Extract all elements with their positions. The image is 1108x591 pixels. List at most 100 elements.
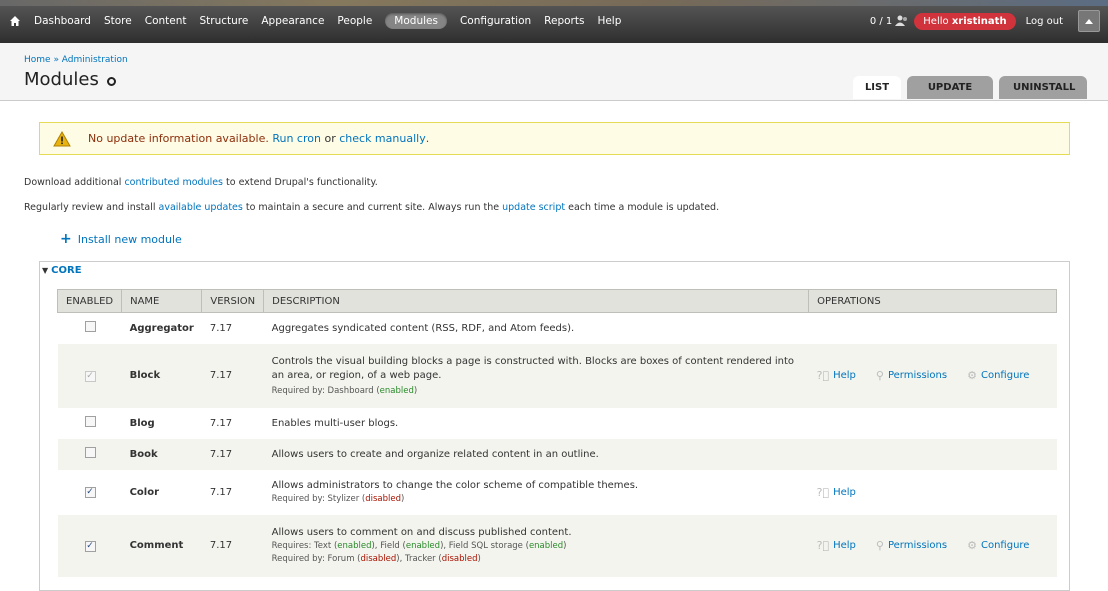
breadcrumb[interactable]: Home » Administration (24, 55, 128, 65)
col-enabled: ENABLED (56, 289, 123, 313)
table-header: ENABLED NAME VERSION DESCRIPTION OPERATI… (56, 289, 1057, 313)
module-description: Allows users to create and organize rela… (263, 438, 809, 470)
warning-icon (53, 130, 71, 146)
help-icon: ?⃝ (816, 485, 830, 499)
requires: Requires: Text (enabled), Field (enabled… (272, 541, 801, 551)
enable-checkbox[interactable]: ✓ (84, 487, 96, 498)
status-disabled: disabled (441, 554, 478, 564)
help-link[interactable]: ?⃝ Help (817, 486, 856, 499)
available-updates-link[interactable]: available updates (159, 202, 243, 213)
check-manually-link[interactable]: check manually (339, 132, 425, 145)
nav-modules[interactable]: Modules (385, 13, 447, 29)
module-description: Allows administrators to change the colo… (271, 480, 639, 491)
module-version: 7.17 (201, 407, 264, 439)
home-icon[interactable] (8, 13, 22, 29)
module-name: Book (121, 438, 202, 470)
module-name: Comment (121, 514, 202, 577)
module-description: Controls the visual building blocks a pa… (271, 356, 795, 381)
required-by-end: ) (413, 386, 418, 396)
tab-list[interactable]: LIST (853, 76, 901, 99)
warning-text: No update information available. (88, 132, 269, 145)
enable-checkbox[interactable] (84, 447, 96, 458)
module-version: 7.17 (201, 312, 264, 344)
module-version: 7.17 (201, 469, 264, 515)
help-label: Help (833, 486, 856, 498)
shortcut-circle-icon[interactable] (106, 77, 116, 86)
required-by: Required by: Forum (disabled), Tracker (… (272, 554, 801, 564)
key-icon: ⚲ (875, 539, 884, 552)
help-label: Help (833, 370, 856, 381)
logout-link[interactable]: Log out (1026, 16, 1063, 27)
warning-message: No update information available. Run cro… (39, 122, 1070, 155)
nav-people[interactable]: People (337, 15, 372, 27)
configure-link[interactable]: ⚙ Configure (967, 369, 1029, 382)
module-name: Block (121, 343, 202, 408)
toolbar-nav: Dashboard Store Content Structure Appear… (8, 13, 634, 29)
permissions-label: Permissions (887, 370, 948, 381)
help-icon: ?⃝ (816, 539, 830, 552)
user-badge[interactable]: Hello xristinath (914, 12, 1016, 30)
nav-structure[interactable]: Structure (200, 15, 249, 27)
table-row: Blog 7.17 Enables multi-user blogs. (57, 407, 1057, 439)
status-enabled: enabled (379, 386, 414, 396)
col-operations: OPERATIONS (808, 289, 1057, 313)
contributed-modules-link[interactable]: contributed modules (124, 177, 223, 188)
intro2-text-end: each time a module is updated. (565, 202, 720, 213)
module-version: 7.17 (201, 343, 264, 408)
hello-prefix: Hello (923, 15, 949, 27)
requires-label: Requires: Text ( (271, 541, 338, 551)
required-by-end: ) (401, 494, 405, 504)
intro1-text-end: to extend Drupal's functionality. (223, 177, 378, 188)
browser-strip (0, 0, 1108, 6)
required-by: Required by: Stylizer (disabled) (272, 494, 801, 504)
configure-label: Configure (980, 370, 1030, 381)
page-title-wrap: Modules (24, 69, 116, 90)
permissions-label: Permissions (887, 540, 948, 551)
nav-configuration[interactable]: Configuration (460, 15, 531, 27)
intro-updates: Regularly review and install available u… (24, 202, 719, 213)
nav-store[interactable]: Store (104, 15, 132, 27)
nav-reports[interactable]: Reports (544, 15, 584, 27)
nav-help[interactable]: Help (597, 15, 621, 27)
permissions-link[interactable]: ⚲ Permissions (876, 539, 947, 552)
nav-appearance[interactable]: Appearance (261, 15, 324, 27)
update-script-link[interactable]: update script (502, 202, 565, 213)
nav-content[interactable]: Content (145, 15, 187, 27)
users-icon (895, 15, 908, 26)
toolbar-user: 0 / 1 Hello xristinath Log out (870, 10, 1100, 32)
install-label: Install new module (77, 232, 182, 246)
operations: ?⃝ Help ⚲ Permissions ⚙ Configure (817, 539, 1049, 552)
permissions-link[interactable]: ⚲ Permissions (876, 369, 947, 382)
operations: ?⃝ Help ⚲ Permissions ⚙ Configure (817, 369, 1049, 382)
core-legend-label: CORE (51, 265, 82, 276)
module-description: Allows users to comment on and discuss p… (271, 527, 572, 538)
intro1-text: Download additional (24, 177, 125, 188)
enable-checkbox[interactable] (84, 321, 96, 333)
help-link[interactable]: ?⃝ Help (817, 369, 856, 382)
username: xristinath (951, 15, 1007, 27)
requires-sep: ), Field ( (371, 541, 406, 551)
chevron-up-icon (1085, 19, 1093, 24)
online-users[interactable]: 0 / 1 (870, 15, 909, 27)
configure-label: Configure (980, 540, 1030, 551)
tab-update[interactable]: UPDATE (907, 76, 993, 99)
help-link[interactable]: ?⃝ Help (817, 539, 856, 552)
page-title: Modules (24, 69, 99, 90)
status-disabled: disabled (365, 494, 401, 504)
enable-checkbox[interactable]: ✓ (84, 540, 96, 552)
core-legend[interactable]: ▼ CORE (42, 265, 82, 276)
col-version: VERSION (201, 289, 265, 313)
tab-uninstall[interactable]: UNINSTALL (999, 76, 1087, 99)
operations: ?⃝ Help (817, 486, 1049, 499)
admin-toolbar: Dashboard Store Content Structure Appear… (0, 0, 1108, 43)
install-module-link[interactable]: + Install new module (60, 231, 182, 247)
run-cron-link[interactable]: Run cron (272, 132, 321, 145)
module-name: Aggregator (121, 312, 202, 344)
configure-link[interactable]: ⚙ Configure (967, 539, 1029, 552)
nav-dashboard[interactable]: Dashboard (34, 15, 91, 27)
plus-icon: + (60, 231, 72, 247)
enable-checkbox[interactable] (84, 416, 96, 427)
required-by-end: ) (477, 554, 481, 564)
module-name: Blog (121, 407, 202, 439)
shortcuts-toggle[interactable] (1078, 10, 1100, 32)
